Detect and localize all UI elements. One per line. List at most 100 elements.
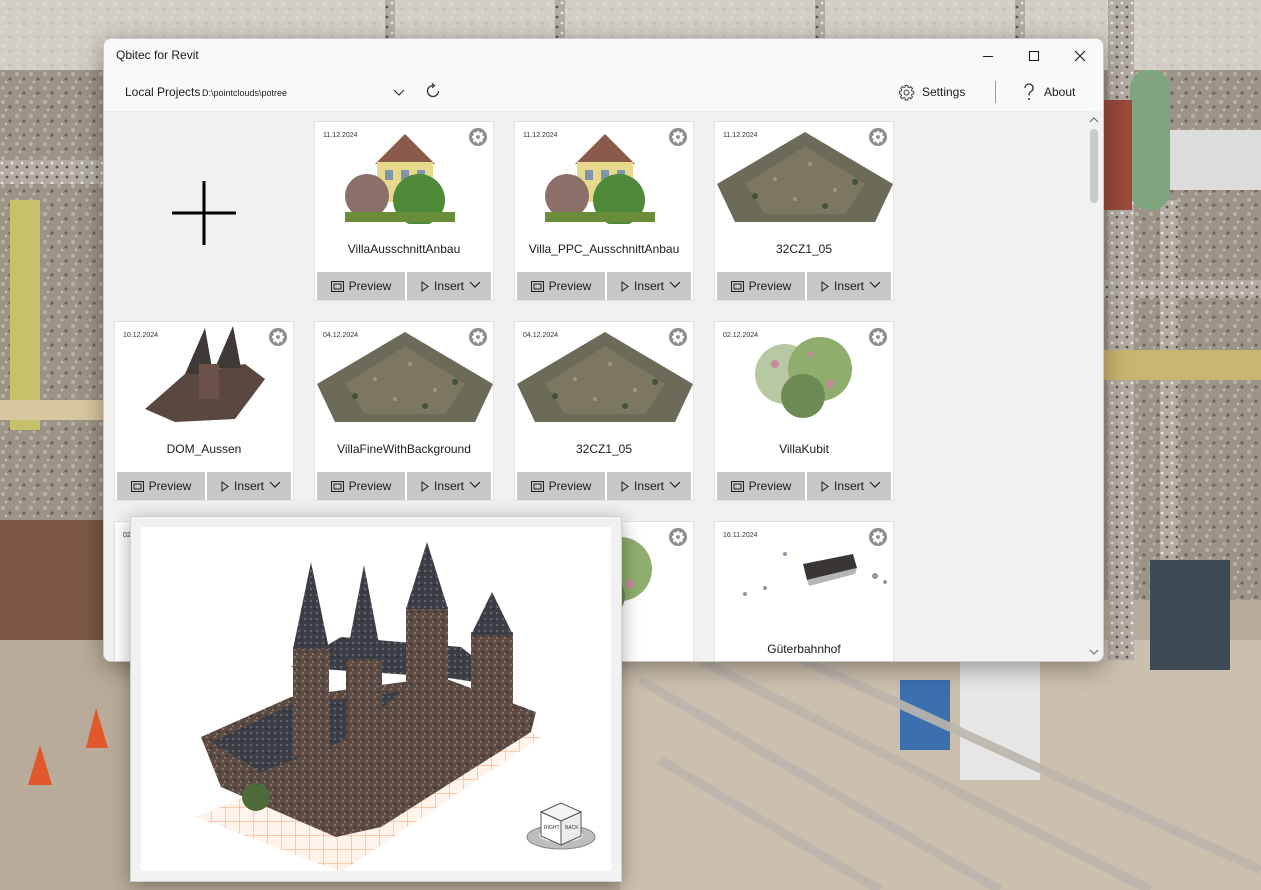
chevron-down-icon[interactable] — [869, 481, 881, 489]
project-card[interactable]: 11.12.2024 32CZ1_05 Preview Insert — [714, 121, 894, 301]
card-settings-icon — [472, 331, 485, 344]
insert-button[interactable]: Insert — [807, 472, 891, 500]
chevron-down-icon[interactable] — [469, 481, 481, 489]
project-settings-button[interactable] — [469, 328, 487, 346]
chevron-down-icon[interactable] — [669, 481, 681, 489]
project-card[interactable]: 04.12.2024 VillaFineWithBackground Previ… — [314, 321, 494, 501]
toolbar-divider — [995, 81, 996, 103]
play-icon — [221, 480, 229, 492]
maximize-button[interactable] — [1011, 39, 1057, 73]
scroll-down-icon[interactable] — [1089, 647, 1099, 657]
preview-button[interactable]: Preview — [517, 472, 605, 500]
maximize-icon — [1029, 51, 1039, 61]
preview-button[interactable]: Preview — [717, 272, 805, 300]
insert-label: Insert — [634, 279, 665, 293]
card-settings-icon — [872, 331, 885, 344]
preview-icon — [730, 480, 744, 492]
card-settings-icon — [472, 131, 485, 144]
project-date: 11.12.2024 — [323, 132, 358, 139]
chevron-down-icon[interactable] — [391, 84, 407, 100]
project-card[interactable]: 04.12.2024 32CZ1_05 Preview Insert — [514, 321, 694, 501]
project-settings-button[interactable] — [669, 128, 687, 146]
project-thumbnail[interactable] — [315, 324, 495, 424]
card-actions: Preview Insert — [717, 272, 891, 300]
insert-label: Insert — [234, 479, 265, 493]
insert-button[interactable]: Insert — [807, 272, 891, 300]
project-thumbnail[interactable] — [515, 124, 695, 226]
preview-button[interactable]: Preview — [117, 472, 205, 500]
play-icon — [621, 480, 629, 492]
project-card[interactable]: 10.12.2024 DOM_Aussen Preview Insert — [114, 321, 294, 501]
insert-label: Insert — [634, 479, 665, 493]
project-settings-button[interactable] — [469, 128, 487, 146]
project-thumbnail[interactable] — [315, 124, 495, 226]
card-actions: Preview Insert — [317, 472, 491, 500]
refresh-icon[interactable] — [424, 82, 442, 100]
play-icon — [421, 280, 429, 292]
project-settings-button[interactable] — [869, 328, 887, 346]
preview-label: Preview — [748, 479, 792, 493]
play-icon — [821, 480, 829, 492]
project-card[interactable]: 02.12.2024 VillaKubit Preview Insert — [714, 321, 894, 501]
play-icon — [821, 280, 829, 292]
project-thumbnail[interactable] — [115, 324, 295, 424]
project-thumbnail[interactable] — [515, 324, 695, 424]
insert-label: Insert — [834, 279, 865, 293]
insert-button[interactable]: Insert — [407, 472, 491, 500]
insert-label: Insert — [834, 479, 865, 493]
project-source-label[interactable]: Local Projects — [125, 85, 200, 99]
project-date: 11.12.2024 — [523, 132, 558, 139]
about-button[interactable]: About — [1023, 81, 1075, 103]
toolbar: Local Projects D:\pointclouds\potree Set… — [104, 73, 1103, 112]
scroll-up-icon[interactable] — [1089, 115, 1099, 125]
insert-button[interactable]: Insert — [607, 272, 691, 300]
preview-button[interactable]: Preview — [717, 472, 805, 500]
preview-button[interactable]: Preview — [517, 272, 605, 300]
project-card[interactable]: 11.12.2024 VillaAusschnittAnbau Preview … — [314, 121, 494, 301]
gear-icon — [898, 84, 915, 100]
project-settings-button[interactable] — [669, 328, 687, 346]
insert-label: Insert — [434, 479, 465, 493]
card-actions: Preview Insert — [517, 272, 691, 300]
card-settings-icon — [672, 331, 685, 344]
close-icon — [1074, 50, 1086, 62]
chevron-down-icon[interactable] — [869, 281, 881, 289]
settings-button[interactable]: Settings — [898, 81, 965, 103]
project-thumbnail[interactable] — [715, 124, 895, 224]
chevron-down-icon[interactable] — [469, 281, 481, 289]
preview-icon — [530, 480, 544, 492]
project-name: Villa_PPC_AusschnittAnbau — [528, 242, 680, 256]
play-icon — [621, 280, 629, 292]
vertical-scrollbar[interactable] — [1085, 111, 1103, 661]
project-path[interactable]: D:\pointclouds\potree — [202, 88, 287, 98]
chevron-down-icon[interactable] — [269, 481, 281, 489]
minimize-button[interactable] — [965, 39, 1011, 73]
preview-canvas[interactable]: RIGHT BACK — [141, 527, 611, 871]
project-name: 32CZ1_05 — [575, 442, 633, 456]
preview-button[interactable]: Preview — [317, 472, 405, 500]
insert-button[interactable]: Insert — [407, 272, 491, 300]
viewcube-icon[interactable]: RIGHT BACK — [526, 802, 596, 850]
project-card[interactable]: 11.12.2024 Villa_PPC_AusschnittAnbau Pre… — [514, 121, 694, 301]
close-button[interactable] — [1057, 39, 1103, 73]
chevron-down-icon[interactable] — [669, 281, 681, 289]
project-date: 16.11.2024 — [723, 532, 758, 539]
insert-button[interactable]: Insert — [607, 472, 691, 500]
project-settings-button[interactable] — [869, 128, 887, 146]
project-thumbnail[interactable] — [715, 324, 895, 424]
about-label: About — [1044, 85, 1076, 99]
window-title: Qbitec for Revit — [116, 48, 199, 62]
add-project-button[interactable] — [114, 121, 294, 301]
preview-button[interactable]: Preview — [317, 272, 405, 300]
project-settings-button[interactable] — [869, 528, 887, 546]
scrollbar-thumb[interactable] — [1090, 129, 1098, 203]
preview-label: Preview — [348, 279, 392, 293]
project-thumbnail[interactable] — [715, 524, 895, 624]
insert-button[interactable]: Insert — [207, 472, 291, 500]
project-card[interactable]: 16.11.2024 Güterbahnhof Preview Insert — [714, 521, 894, 661]
project-settings-button[interactable] — [669, 528, 687, 546]
preview-label: Preview — [348, 479, 392, 493]
project-name: VillaFineWithBackground — [337, 442, 471, 456]
preview-popup: RIGHT BACK — [130, 516, 622, 882]
project-settings-button[interactable] — [269, 328, 287, 346]
